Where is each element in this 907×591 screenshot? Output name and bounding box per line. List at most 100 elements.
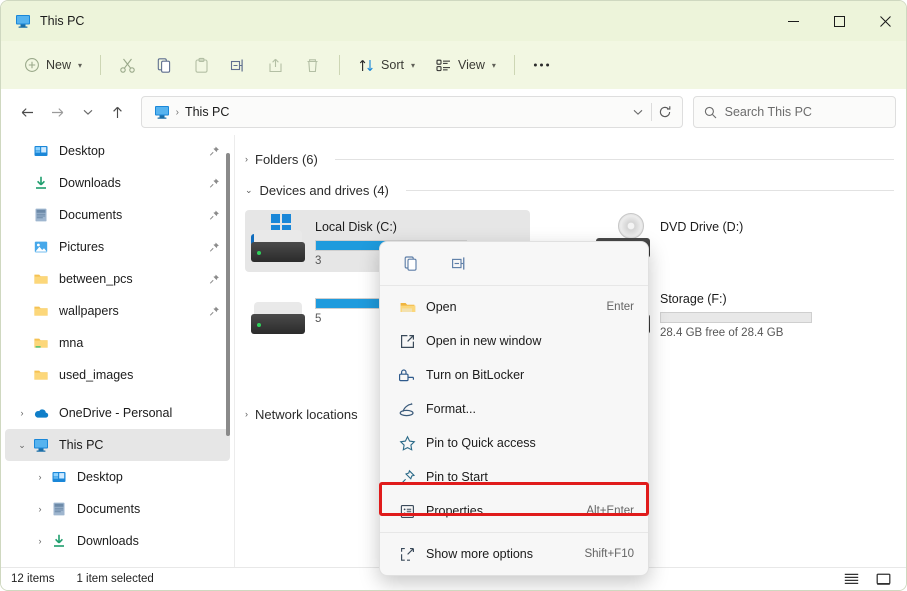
- context-menu-item-properties[interactable]: Properties Alt+Enter: [384, 494, 644, 528]
- sidebar-item-documents-tree[interactable]: › Documents: [5, 493, 230, 525]
- address-bar-right-controls: [625, 98, 678, 126]
- sidebar-item-used-images[interactable]: used_images: [5, 359, 230, 391]
- sidebar-item-label: mna: [59, 336, 84, 350]
- downloads-icon: [49, 533, 69, 549]
- context-menu-item-format[interactable]: Format...: [384, 392, 644, 426]
- chevron-right-icon[interactable]: ›: [31, 504, 49, 514]
- sort-arrows-icon: [358, 57, 375, 74]
- context-menu-item-label: Turn on BitLocker: [426, 368, 525, 382]
- maximize-button[interactable]: [816, 1, 862, 41]
- cut-button[interactable]: [110, 49, 145, 81]
- details-view-icon[interactable]: [840, 570, 862, 588]
- context-menu-item-open-in-new-window[interactable]: Open in new window: [384, 324, 644, 358]
- group-header-label: Network locations: [255, 406, 358, 422]
- sidebar-item-this-pc[interactable]: ⌄ This PC: [5, 429, 230, 461]
- back-button[interactable]: [13, 97, 43, 127]
- refresh-button[interactable]: [652, 98, 678, 126]
- open-folder-icon: [394, 299, 420, 316]
- chevron-down-icon[interactable]: ⌄: [245, 185, 253, 196]
- recent-locations-button[interactable]: [73, 97, 103, 127]
- drive-name: Storage (F:): [660, 292, 727, 306]
- address-path-box[interactable]: › This PC: [140, 96, 683, 128]
- pin-icon[interactable]: [209, 178, 220, 189]
- context-menu-item-label: Show more options: [426, 547, 534, 561]
- sidebar-scrollbar[interactable]: [226, 153, 230, 436]
- search-icon: [704, 106, 717, 119]
- context-menu-item-label: Open: [426, 300, 457, 314]
- share-icon: [267, 57, 284, 74]
- large-icons-view-icon[interactable]: [872, 570, 894, 588]
- chevron-right-icon[interactable]: ›: [245, 154, 248, 164]
- sidebar-item-label: Desktop: [77, 470, 123, 484]
- close-button[interactable]: [862, 1, 906, 41]
- title-bar-left: This PC: [1, 13, 84, 29]
- sidebar-item-desktop[interactable]: Desktop: [5, 135, 230, 167]
- minimize-button[interactable]: [770, 1, 816, 41]
- copy-button[interactable]: [147, 49, 182, 81]
- context-menu-item-pin-to-start[interactable]: Pin to Start: [384, 460, 644, 494]
- chevron-right-icon[interactable]: ›: [31, 472, 49, 482]
- windows-drive-icon: [251, 214, 311, 268]
- pin-icon[interactable]: [209, 274, 220, 285]
- context-menu-item-accelerator: Enter: [606, 301, 635, 313]
- context-menu-icon-row: [380, 242, 648, 286]
- forward-button[interactable]: [43, 97, 73, 127]
- view-button[interactable]: View ▾: [426, 49, 505, 81]
- context-menu-item-pin-to-quick-access[interactable]: Pin to Quick access: [384, 426, 644, 460]
- sort-button[interactable]: Sort ▾: [349, 49, 424, 81]
- this-pc-monitor-icon: [31, 437, 51, 453]
- disc-icon: [618, 213, 644, 239]
- rename-button[interactable]: [221, 49, 256, 81]
- sidebar-item-between-pcs[interactable]: between_pcs: [5, 263, 230, 295]
- rename-icon[interactable]: [444, 249, 476, 279]
- sidebar-item-downloads-tree[interactable]: › Downloads: [5, 525, 230, 557]
- new-button[interactable]: New ▾: [15, 49, 91, 81]
- sidebar-item-label: Desktop: [59, 144, 105, 158]
- paste-button[interactable]: [184, 49, 219, 81]
- delete-button[interactable]: [295, 49, 330, 81]
- sidebar-item-desktop-tree[interactable]: › Desktop: [5, 461, 230, 493]
- chevron-right-icon[interactable]: ›: [245, 409, 248, 419]
- status-item-count: 12 items: [11, 573, 55, 585]
- pictures-icon: [31, 239, 51, 255]
- breadcrumb-separator: ›: [175, 106, 179, 118]
- pin-icon[interactable]: [209, 146, 220, 157]
- sidebar-item-label: between_pcs: [59, 272, 133, 286]
- chevron-right-icon[interactable]: ›: [31, 536, 49, 546]
- pin-icon[interactable]: [209, 242, 220, 253]
- up-button[interactable]: [103, 97, 133, 127]
- open-new-window-icon: [394, 333, 420, 350]
- share-button[interactable]: [258, 49, 293, 81]
- more-options-button[interactable]: [524, 49, 559, 81]
- pin-icon[interactable]: [209, 306, 220, 317]
- search-input[interactable]: Search This PC: [692, 96, 897, 128]
- paste-clipboard-icon: [193, 57, 210, 74]
- group-header-folders[interactable]: › Folders (6): [235, 145, 906, 173]
- sidebar-item-downloads[interactable]: Downloads: [5, 167, 230, 199]
- context-menu-item-turn-on-bitlocker[interactable]: Turn on BitLocker: [384, 358, 644, 392]
- chevron-down-icon: ▾: [78, 60, 83, 70]
- context-menu-item-show-more-options[interactable]: Show more options Shift+F10: [384, 537, 644, 571]
- sidebar-item-pictures[interactable]: Pictures: [5, 231, 230, 263]
- navigation-sidebar[interactable]: Desktop Downloads Documents Pictures bet…: [1, 135, 234, 569]
- group-header-devices-and-drives[interactable]: ⌄ Devices and drives (4): [235, 176, 906, 204]
- toolbar-divider-3: [513, 55, 515, 75]
- pin-icon[interactable]: [209, 210, 220, 221]
- folder-icon: [31, 303, 51, 319]
- drive-led-icon: [257, 323, 261, 327]
- sidebar-item-documents[interactable]: Documents: [5, 199, 230, 231]
- chevron-right-icon[interactable]: ›: [13, 408, 31, 418]
- chevron-down-icon[interactable]: ⌄: [13, 440, 31, 451]
- downloads-icon: [31, 175, 51, 191]
- context-menu-item-open[interactable]: Open Enter: [384, 290, 644, 324]
- sidebar-item-mna[interactable]: mna: [5, 327, 230, 359]
- copy-icon[interactable]: [394, 249, 426, 279]
- documents-icon: [31, 207, 51, 223]
- sidebar-item-onedrive[interactable]: › OneDrive - Personal: [5, 397, 230, 429]
- address-dropdown-button[interactable]: [625, 98, 651, 126]
- context-menu-item-label: Open in new window: [426, 334, 542, 348]
- bitlocker-lock-icon: [394, 367, 420, 384]
- context-menu[interactable]: Open Enter Open in new window Turn on Bi…: [379, 241, 649, 576]
- breadcrumb-this-pc[interactable]: › This PC: [150, 104, 234, 120]
- sidebar-item-wallpapers[interactable]: wallpapers: [5, 295, 230, 327]
